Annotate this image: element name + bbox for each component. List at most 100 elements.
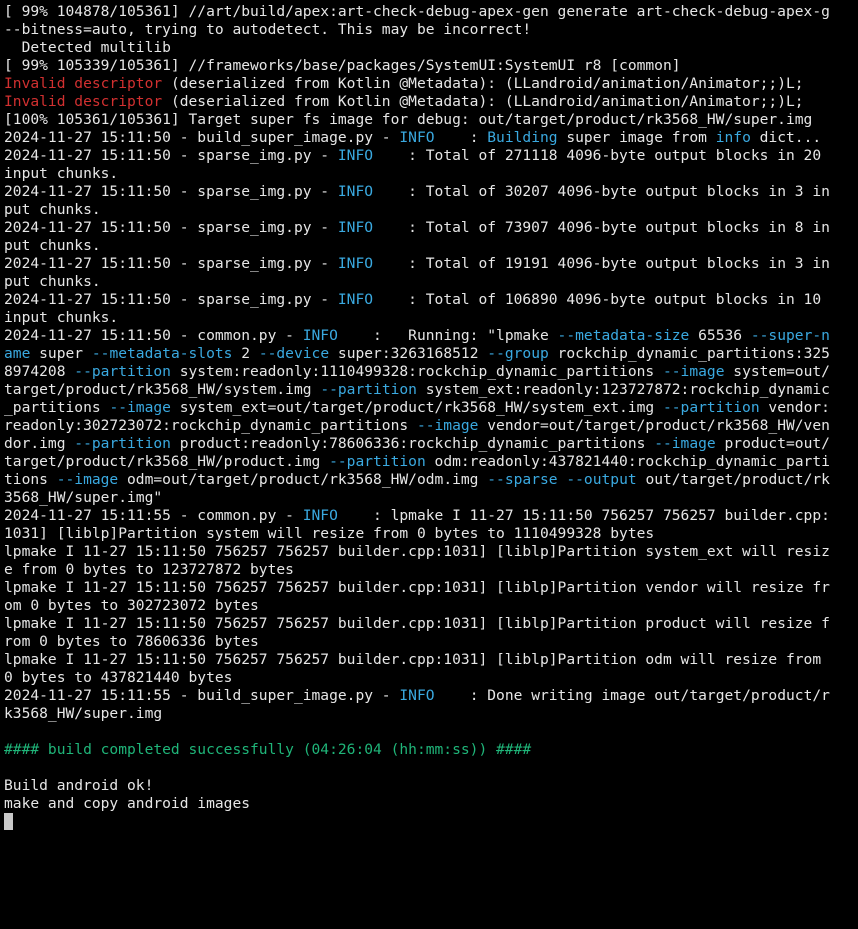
text-segment-cyan: ame xyxy=(4,345,31,362)
text-segment-plain: system=out/ xyxy=(724,363,830,380)
text-segment-plain: input chunks. xyxy=(4,165,119,182)
terminal-line: rom 0 bytes to 78606336 bytes xyxy=(4,633,854,651)
text-segment-cyan: --metadata-size xyxy=(557,327,690,344)
text-segment-cyan: INFO xyxy=(302,327,338,344)
text-segment-cyan: INFO xyxy=(399,129,435,146)
text-segment-plain: (deserialized from Kotlin @Metadata): (L… xyxy=(162,93,804,110)
terminal-line: lpmake I 11-27 15:11:50 756257 756257 bu… xyxy=(4,651,854,669)
text-segment-cyan: info xyxy=(715,129,751,146)
text-segment-cyan: INFO xyxy=(337,147,374,164)
terminal-line: put chunks. xyxy=(4,273,854,291)
text-segment-plain: lpmake I 11-27 15:11:50 756257 756257 bu… xyxy=(4,543,830,560)
terminal-line: dor.img --partition product:readonly:786… xyxy=(4,435,854,453)
terminal-line: om 0 bytes to 302723072 bytes xyxy=(4,597,854,615)
text-segment-plain: 2 xyxy=(232,345,259,362)
text-segment-plain: vendor=out/target/product/rk3568_HW/ven xyxy=(478,417,830,434)
terminal-line: 2024-11-27 15:11:50 - sparse_img.py - IN… xyxy=(4,291,854,309)
text-segment-cyan: --image xyxy=(56,471,119,488)
text-segment-plain: put chunks. xyxy=(4,273,101,290)
text-segment-plain: Detected multilib xyxy=(4,39,171,56)
prompt-line[interactable] xyxy=(4,813,854,831)
text-segment-plain: 2024-11-27 15:11:50 - sparse_img.py - xyxy=(4,219,338,236)
text-segment-plain: --bitness=auto, trying to autodetect. Th… xyxy=(4,21,532,38)
text-segment-plain: (deserialized from Kotlin @Metadata): (L… xyxy=(162,75,804,92)
text-segment-plain: input chunks. xyxy=(4,309,119,326)
terminal-line: 2024-11-27 15:11:50 - sparse_img.py - IN… xyxy=(4,183,854,201)
terminal-line: 1031] [liblp]Partition system will resiz… xyxy=(4,525,854,543)
text-segment-cyan: --group xyxy=(487,345,549,362)
text-segment-cyan: INFO xyxy=(337,291,374,308)
text-segment-plain: product=out/ xyxy=(715,435,830,452)
text-segment-red: Invalid descriptor xyxy=(4,93,163,110)
terminal-line: 0 bytes to 437821440 bytes xyxy=(4,669,854,687)
text-segment-plain: e from 0 bytes to 123727872 bytes xyxy=(4,561,294,578)
text-segment-cyan: INFO xyxy=(302,507,338,524)
terminal-line: 2024-11-27 15:11:55 - common.py - INFO :… xyxy=(4,507,854,525)
terminal-line: Detected multilib xyxy=(4,39,854,57)
text-segment-plain: odm:readonly:437821440:rockchip_dynamic_… xyxy=(425,453,830,470)
text-segment-plain: 2024-11-27 15:11:50 - common.py - xyxy=(4,327,303,344)
text-segment-plain: 2024-11-27 15:11:50 - build_super_image.… xyxy=(4,129,400,146)
terminal-line: target/product/rk3568_HW/product.img --p… xyxy=(4,453,854,471)
terminal-output: [ 99% 104878/105361] //art/build/apex:ar… xyxy=(4,3,854,831)
text-segment-plain: tions xyxy=(4,471,57,488)
terminal-line: tions --image odm=out/target/product/rk3… xyxy=(4,471,854,489)
text-segment-plain: super:3263168512 xyxy=(329,345,488,362)
text-segment-plain: put chunks. xyxy=(4,201,101,218)
text-segment-plain: : Total of 19191 4096-byte output blocks… xyxy=(373,255,830,272)
terminal-line: 2024-11-27 15:11:50 - sparse_img.py - IN… xyxy=(4,147,854,165)
text-segment-plain: 2024-11-27 15:11:50 - sparse_img.py - xyxy=(4,183,338,200)
text-segment-plain: 8974208 xyxy=(4,363,75,380)
text-segment-plain: : Running: "lpmake xyxy=(337,327,558,344)
text-segment-plain: product:readonly:78606336:rockchip_dynam… xyxy=(170,435,655,452)
text-segment-red: Invalid descriptor xyxy=(4,75,163,92)
terminal-line: --bitness=auto, trying to autodetect. Th… xyxy=(4,21,854,39)
text-segment-plain: 2024-11-27 15:11:55 - common.py - xyxy=(4,507,303,524)
text-segment-cyan: INFO xyxy=(337,183,374,200)
text-segment-plain: k3568_HW/super.img xyxy=(4,705,163,722)
text-segment-cyan: INFO xyxy=(399,687,435,704)
text-segment-plain: [ 99% 105339/105361] //frameworks/base/p… xyxy=(4,57,681,74)
text-segment-plain: : xyxy=(434,129,488,146)
text-segment-plain: om 0 bytes to 302723072 bytes xyxy=(4,597,259,614)
terminal-line: 3568_HW/super.img" xyxy=(4,489,854,507)
text-cursor xyxy=(4,813,13,830)
text-segment-plain: lpmake I 11-27 15:11:50 756257 756257 bu… xyxy=(4,651,822,668)
text-segment-plain: _partitions xyxy=(4,399,110,416)
text-segment-green: #### build completed successfully (04:26… xyxy=(4,741,532,758)
text-segment-cyan: --metadata-slots xyxy=(91,345,233,362)
text-segment-plain: 2024-11-27 15:11:50 - sparse_img.py - xyxy=(4,147,338,164)
terminal-line: [100% 105361/105361] Target super fs ima… xyxy=(4,111,854,129)
terminal-line: 2024-11-27 15:11:55 - build_super_image.… xyxy=(4,687,854,705)
terminal-line: readonly:302723072:rockchip_dynamic_part… xyxy=(4,417,854,435)
text-segment-plain: dict... xyxy=(750,129,822,146)
text-segment-cyan: --image xyxy=(662,363,725,380)
terminal-line: 2024-11-27 15:11:50 - common.py - INFO :… xyxy=(4,327,854,345)
terminal-window[interactable]: [ 99% 104878/105361] //art/build/apex:ar… xyxy=(0,0,858,929)
text-segment-plain: : lpmake I 11-27 15:11:50 756257 756257 … xyxy=(337,507,830,524)
terminal-line: input chunks. xyxy=(4,309,854,327)
text-segment-plain: system:readonly:1110499328:rockchip_dyna… xyxy=(170,363,663,380)
text-segment-plain: target/product/rk3568_HW/system.img xyxy=(4,381,321,398)
text-segment-cyan: --output xyxy=(566,471,637,488)
terminal-line: Build android ok! xyxy=(4,777,854,795)
text-segment-cyan: --partition xyxy=(662,399,760,416)
terminal-line: ame super --metadata-slots 2 --device su… xyxy=(4,345,854,363)
text-segment-plain: : Total of 106890 4096-byte output block… xyxy=(373,291,822,308)
text-segment-plain: readonly:302723072:rockchip_dynamic_part… xyxy=(4,417,417,434)
terminal-line: Invalid descriptor (deserialized from Ko… xyxy=(4,93,854,111)
text-segment-plain: out/target/product/rk xyxy=(636,471,830,488)
text-segment-plain: : Done writing image out/target/product/… xyxy=(434,687,830,704)
text-segment-plain: : Total of 73907 4096-byte output blocks… xyxy=(373,219,830,236)
terminal-line: e from 0 bytes to 123727872 bytes xyxy=(4,561,854,579)
text-segment-plain: lpmake I 11-27 15:11:50 756257 756257 bu… xyxy=(4,579,830,596)
text-segment-plain: rockchip_dynamic_partitions:325 xyxy=(548,345,830,362)
terminal-line: [ 99% 105339/105361] //frameworks/base/p… xyxy=(4,57,854,75)
text-segment-cyan: --super-n xyxy=(750,327,830,344)
terminal-line: lpmake I 11-27 15:11:50 756257 756257 bu… xyxy=(4,579,854,597)
terminal-line: input chunks. xyxy=(4,165,854,183)
terminal-line: 2024-11-27 15:11:50 - sparse_img.py - IN… xyxy=(4,255,854,273)
text-segment-plain: put chunks. xyxy=(4,237,101,254)
